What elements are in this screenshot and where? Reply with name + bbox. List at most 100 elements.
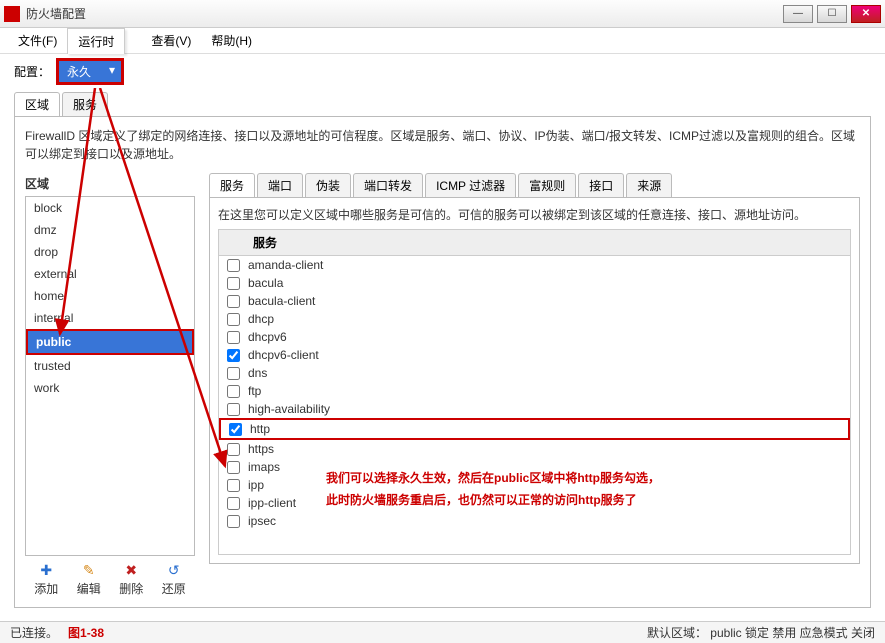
add-button[interactable]: ✚添加 [34,562,58,597]
menu-help[interactable]: 帮助(H) [201,28,262,53]
service-checkbox[interactable] [227,443,240,456]
config-label: 配置： [14,63,50,80]
service-label: bacula [248,276,283,290]
titlebar: 防火墙配置 [0,0,885,28]
delete-button[interactable]: ✖删除 [119,562,143,597]
minimize-button[interactable] [783,5,813,23]
service-row[interactable]: dns [219,364,850,382]
subtab[interactable]: 端口 [257,173,303,197]
service-label: imaps [248,460,280,474]
service-checkbox[interactable] [229,423,242,436]
service-column-header: 服务 [219,230,850,256]
left-column: 区域 blockdmzdropexternalhomeinternalpubli… [25,175,195,597]
service-label: http [250,422,270,436]
main-content: 区域 服务 FirewallD 区域定义了绑定的网络连接、接口以及源地址的可信程… [0,94,885,616]
service-row[interactable]: ftp [219,382,850,400]
service-label: dhcpv6 [248,330,287,344]
window-buttons [783,5,881,23]
service-label: amanda-client [248,258,323,272]
pencil-icon: ✎ [81,562,97,578]
subtab[interactable]: 来源 [626,173,672,197]
columns: 区域 blockdmzdropexternalhomeinternalpubli… [25,175,860,597]
service-label: bacula-client [248,294,315,308]
service-row[interactable]: amanda-client [219,256,850,274]
tab-zones[interactable]: 区域 [14,92,60,116]
subtab[interactable]: 端口转发 [353,173,423,197]
zone-item-work[interactable]: work [26,377,194,399]
subtab[interactable]: 伪装 [305,173,351,197]
menu-runtime[interactable]: 运行时 [67,28,125,54]
zone-list[interactable]: blockdmzdropexternalhomeinternalpublictr… [25,196,195,556]
status-connected: 已连接。 [10,626,58,640]
right-column: 服务端口伪装端口转发ICMP 过滤器富规则接口来源 在这里您可以定义区域中哪些服… [209,175,860,597]
plus-icon: ✚ [38,562,54,578]
zone-item-home[interactable]: home [26,285,194,307]
service-checkbox[interactable] [227,515,240,528]
zone-item-public[interactable]: public [26,329,194,355]
menu-view[interactable]: 查看(V) [141,28,201,53]
service-row[interactable]: bacula-client [219,292,850,310]
service-checkbox[interactable] [227,259,240,272]
zone-item-block[interactable]: block [26,197,194,219]
subtab[interactable]: ICMP 过滤器 [425,173,516,197]
service-row[interactable]: dhcpv6-client [219,346,850,364]
service-label: dns [248,366,267,380]
zone-item-drop[interactable]: drop [26,241,194,263]
zone-item-external[interactable]: external [26,263,194,285]
menubar: 文件(F) 运行时 查看(V) 帮助(H) [0,28,885,54]
service-label: ipsec [248,514,276,528]
config-select[interactable]: 永久 [56,58,124,85]
service-checkbox[interactable] [227,385,240,398]
tab-services[interactable]: 服务 [62,92,108,116]
statusbar: 已连接。图1-38 默认区域： public 锁定 禁用 应急模式 关闭 [0,621,885,643]
service-checkbox[interactable] [227,367,240,380]
service-checkbox[interactable] [227,313,240,326]
zones-description: FirewallD 区域定义了绑定的网络连接、接口以及源地址的可信程度。区域是服… [25,127,860,163]
service-row[interactable]: dhcp [219,310,850,328]
service-row[interactable]: ipsec [219,512,850,530]
menu-file[interactable]: 文件(F) [8,28,67,53]
app-icon [4,6,20,22]
config-row: 配置： 永久 [0,54,885,88]
sub-tabs: 服务端口伪装端口转发ICMP 过滤器富规则接口来源 [209,175,860,197]
zone-heading: 区域 [25,175,195,192]
service-label: ftp [248,384,261,398]
service-checkbox[interactable] [227,461,240,474]
status-right: 默认区域： public 锁定 禁用 应急模式 关闭 [647,624,875,641]
service-checkbox[interactable] [227,331,240,344]
window-title: 防火墙配置 [26,5,783,22]
service-row[interactable]: dhcpv6 [219,328,850,346]
service-checkbox[interactable] [227,295,240,308]
maximize-button[interactable] [817,5,847,23]
service-label: high-availability [248,402,330,416]
annotation-text: 我们可以选择永久生效，然后在public区域中将http服务勾选， 此时防火墙服… [326,468,660,511]
service-row[interactable]: https [219,440,850,458]
service-label: dhcpv6-client [248,348,319,362]
edit-button[interactable]: ✎编辑 [77,562,101,597]
zone-item-dmz[interactable]: dmz [26,219,194,241]
services-description: 在这里您可以定义区域中哪些服务是可信的。可信的服务可以被绑定到该区域的任意连接、… [218,206,851,223]
service-label: https [248,442,274,456]
restore-icon: ↺ [166,562,182,578]
service-row[interactable]: bacula [219,274,850,292]
service-checkbox[interactable] [227,277,240,290]
service-label: ipp [248,478,264,492]
main-panel: FirewallD 区域定义了绑定的网络连接、接口以及源地址的可信程度。区域是服… [14,116,871,608]
figure-label: 图1-38 [68,626,104,640]
service-checkbox[interactable] [227,403,240,416]
service-checkbox[interactable] [227,349,240,362]
close-button[interactable] [851,5,881,23]
subtab[interactable]: 接口 [578,173,624,197]
zone-item-internal[interactable]: internal [26,307,194,329]
service-label: ipp-client [248,496,296,510]
restore-button[interactable]: ↺还原 [162,562,186,597]
delete-icon: ✖ [123,562,139,578]
subtab[interactable]: 服务 [209,173,255,197]
service-label: dhcp [248,312,274,326]
zone-item-trusted[interactable]: trusted [26,355,194,377]
service-checkbox[interactable] [227,479,240,492]
subtab[interactable]: 富规则 [518,173,576,197]
service-checkbox[interactable] [227,497,240,510]
service-row[interactable]: http [219,418,850,440]
service-row[interactable]: high-availability [219,400,850,418]
